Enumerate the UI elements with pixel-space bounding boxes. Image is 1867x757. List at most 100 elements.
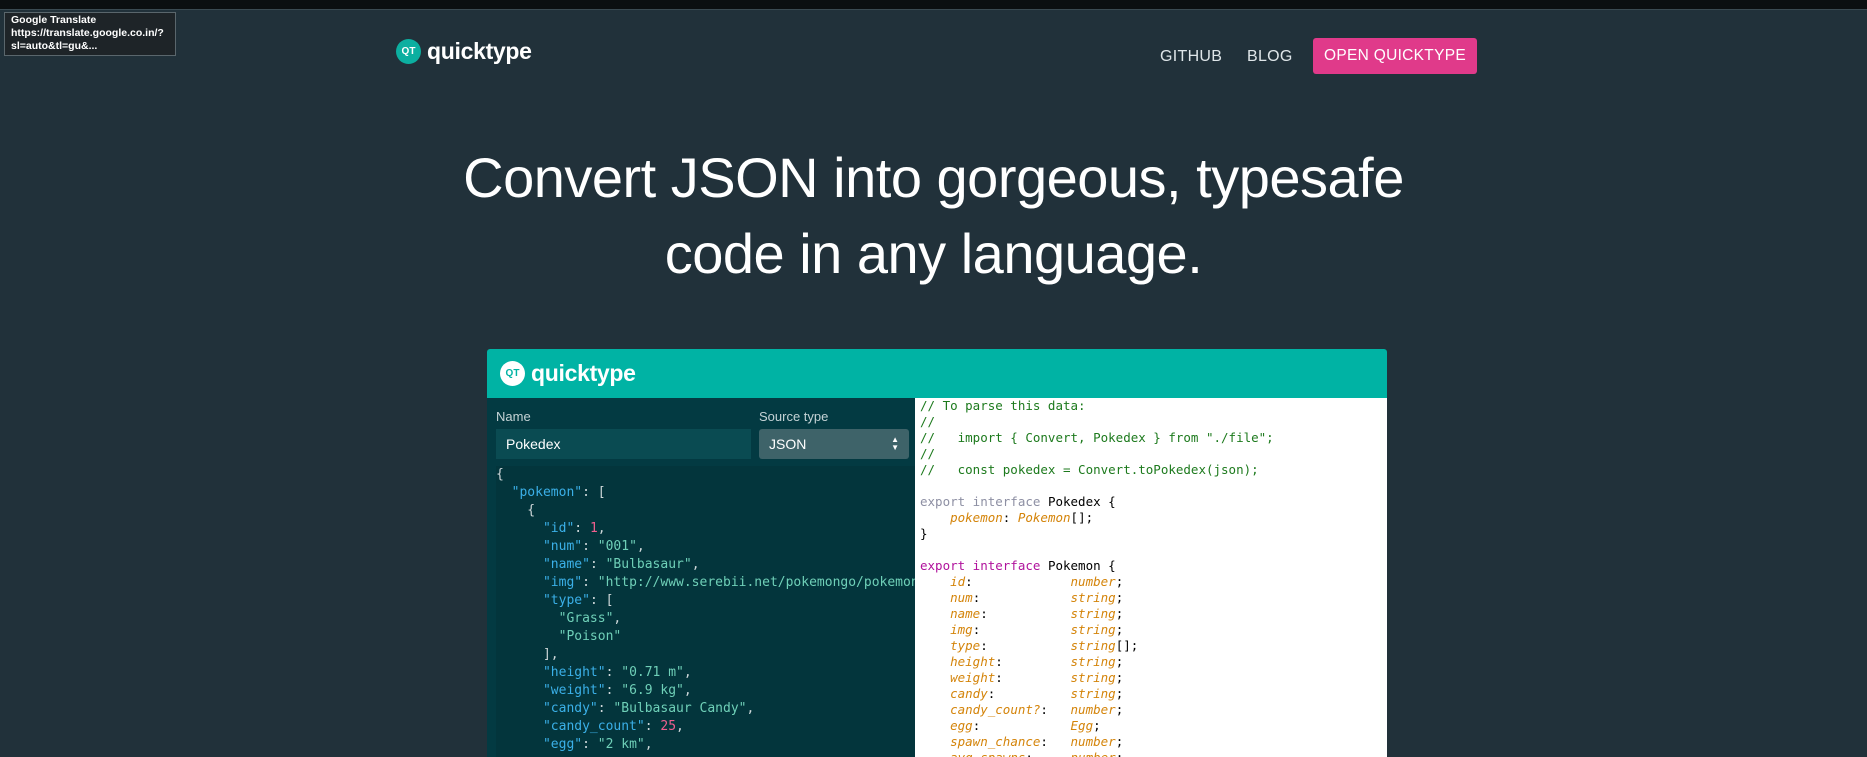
- source-type-select[interactable]: JSON ▲ ▼: [759, 429, 909, 459]
- json-line: "candy": "Bulbasaur Candy",: [496, 700, 915, 718]
- code-token: number: [1070, 734, 1116, 749]
- code-token: "Bulbasaur Candy": [613, 701, 747, 716]
- code-token: :: [605, 683, 622, 698]
- input-pane: Name Source type Pokedex JSON ▲ ▼ { "poke…: [487, 398, 915, 757]
- quicktype-logo-icon: QT: [500, 361, 525, 386]
- ts-line: height: string;: [920, 654, 1387, 670]
- code-token: :: [574, 521, 590, 536]
- code-token: "egg": [542, 737, 583, 752]
- code-token: :: [972, 590, 1071, 605]
- code-token: img: [950, 622, 973, 637]
- tooltip-title: Google Translate: [11, 14, 97, 26]
- json-line: "egg": "2 km",: [496, 736, 915, 754]
- code-token: :: [589, 557, 606, 572]
- nav-github-link[interactable]: GITHUB: [1160, 48, 1222, 66]
- code-token: // To parse this data:: [920, 398, 1086, 413]
- app-header: QT quicktype: [487, 349, 1387, 398]
- code-token: "Grass": [558, 611, 614, 626]
- json-line: ],: [496, 646, 915, 664]
- code-token: :: [582, 737, 598, 752]
- typescript-output[interactable]: // To parse this data: //// import { Conv…: [915, 398, 1387, 757]
- code-token: "id": [542, 521, 575, 536]
- code-token: :: [605, 665, 622, 680]
- code-token: : [: [582, 485, 606, 500]
- ts-line: //: [920, 446, 1387, 462]
- code-token: Pokemon {: [1047, 558, 1116, 573]
- code-token: egg: [950, 718, 973, 733]
- code-token: "img": [542, 575, 583, 590]
- code-token: ;: [1116, 750, 1124, 757]
- code-token: :: [582, 575, 598, 590]
- code-token: "http://www.serebii.net/pokemongo/pokemo…: [597, 575, 915, 590]
- code-token: string: [1070, 638, 1116, 653]
- code-token: export interface: [920, 558, 1048, 573]
- code-token: number: [1071, 750, 1116, 757]
- code-token: "candy": [542, 701, 598, 716]
- json-editor[interactable]: { "pokemon": [ { "id": 1, "num": "001", …: [496, 466, 915, 757]
- code-token: ,: [683, 665, 692, 680]
- code-token: "Bulbasaur": [605, 557, 692, 572]
- code-token: name: [950, 606, 981, 621]
- code-token: "height": [542, 665, 606, 680]
- json-line: "type": [: [496, 592, 915, 610]
- app-preview: QT quicktype Name Source type Pokedex JS…: [487, 349, 1387, 757]
- code-token: 25: [660, 719, 677, 734]
- code-token: string: [1070, 654, 1116, 669]
- code-token: // import { Convert, Pokedex } from "./f…: [920, 430, 1274, 445]
- code-token: :: [995, 654, 1071, 669]
- ts-line: num: string;: [920, 590, 1387, 606]
- json-line: "name": "Bulbasaur",: [496, 556, 915, 574]
- code-token: "0.71 m": [621, 665, 684, 680]
- code-token: ,: [683, 683, 692, 698]
- name-input[interactable]: Pokedex: [496, 429, 751, 459]
- ts-line: weight: string;: [920, 670, 1387, 686]
- code-token: Pokemon: [1017, 510, 1071, 525]
- nav-blog-link[interactable]: BLOG: [1247, 48, 1293, 66]
- ts-line: }: [920, 526, 1387, 542]
- open-quicktype-button[interactable]: OPEN QUICKTYPE: [1313, 38, 1477, 74]
- code-token: spawn_chance: [950, 734, 1041, 749]
- code-token: "name": [542, 557, 590, 572]
- code-token: "pokemon": [511, 485, 583, 500]
- code-token: [];: [1070, 510, 1094, 525]
- ts-line: // import { Convert, Pokedex } from "./f…: [920, 430, 1387, 446]
- hero-line-1: Convert JSON into gorgeous, typesafe: [463, 146, 1404, 209]
- code-token: candy: [950, 686, 988, 701]
- name-label: Name: [496, 409, 531, 424]
- code-token: weight: [950, 670, 996, 685]
- code-token: :: [980, 606, 1071, 621]
- code-token: string: [1070, 606, 1116, 621]
- code-token: ;: [1115, 670, 1124, 685]
- code-token: type: [950, 638, 981, 653]
- ts-line: // To parse this data:: [920, 398, 1387, 414]
- code-token: candy_count?: [950, 702, 1041, 717]
- code-token: ;: [1115, 606, 1124, 621]
- code-token: :: [1002, 510, 1018, 525]
- app-brand-name: quicktype: [531, 360, 636, 386]
- code-token: "Poison": [558, 629, 622, 644]
- code-token: :: [987, 686, 1071, 701]
- ts-line: avg_spawns: number;: [920, 750, 1387, 757]
- code-token: export interface: [920, 494, 1048, 509]
- ts-line: export interface Pokedex {: [920, 494, 1387, 510]
- code-token: ,: [597, 521, 606, 536]
- code-token: "001": [597, 539, 637, 554]
- code-token: number: [1070, 574, 1116, 589]
- code-token: :: [1025, 750, 1070, 757]
